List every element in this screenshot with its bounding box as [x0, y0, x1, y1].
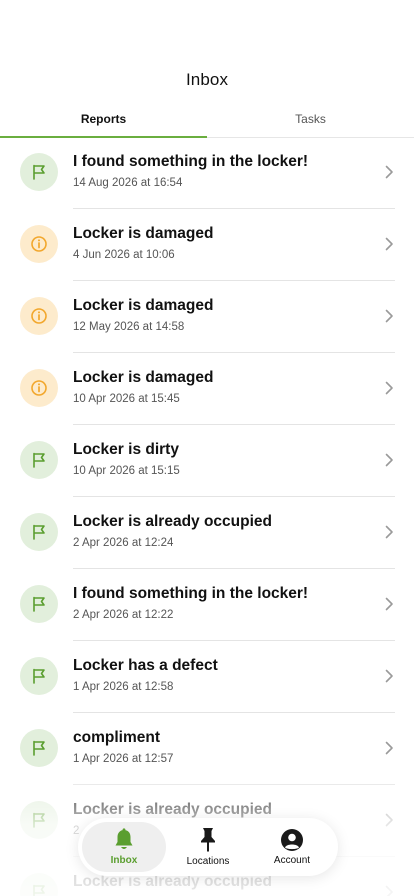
report-text: Locker is damaged 4 Jun 2026 at 10:06: [73, 224, 374, 262]
info-icon: [20, 225, 58, 263]
chevron-right-icon: [385, 885, 394, 896]
flag-icon: [20, 585, 58, 623]
report-date: 10 Apr 2026 at 15:45: [73, 393, 180, 405]
nav-label-inbox: Inbox: [110, 855, 138, 866]
tab-tasks[interactable]: Tasks: [207, 100, 414, 137]
report-row[interactable]: Locker is already occupied 2 Apr 2026 at …: [0, 497, 414, 569]
page-title: Inbox: [185, 70, 229, 89]
account-icon: [281, 829, 303, 851]
report-date: 1 Apr 2026 at 12:58: [73, 681, 174, 693]
pin-icon: [201, 828, 215, 852]
report-row[interactable]: I found something in the locker! 2 Apr 20…: [0, 569, 414, 641]
chevron-right-icon: [385, 525, 394, 539]
flag-icon: [20, 513, 58, 551]
report-text: Locker has a defect 1 Apr 2026 at 12:58: [73, 656, 374, 694]
flag-icon: [20, 441, 58, 479]
report-date: 14 Aug 2026 at 16:54: [73, 177, 183, 189]
flag-icon: [20, 657, 58, 695]
bottom-navigation: Inbox Locations Account: [78, 818, 338, 876]
chevron-right-icon: [385, 165, 394, 179]
nav-label-locations: Locations: [186, 856, 230, 867]
report-title: Locker is damaged: [73, 369, 214, 386]
flag-icon: [20, 153, 58, 191]
report-title: I found something in the locker!: [73, 585, 309, 602]
flag-icon: [20, 873, 58, 896]
report-text: Locker is dirty 10 Apr 2026 at 15:15: [73, 440, 374, 478]
report-text: Locker is damaged 12 May 2026 at 14:58: [73, 296, 374, 334]
nav-item-account[interactable]: Account: [250, 822, 334, 872]
report-date: 1 Apr 2026 at 12:57: [73, 753, 174, 765]
report-text: I found something in the locker! 14 Aug 2…: [73, 152, 374, 190]
tab-reports[interactable]: Reports: [0, 100, 207, 138]
report-title: Locker is dirty: [73, 441, 179, 458]
nav-label-account: Account: [273, 855, 311, 866]
report-text: Locker is already occupied 2 Apr 2026 at …: [73, 512, 374, 550]
bell-icon: [115, 828, 133, 849]
report-title: Locker is already occupied: [73, 801, 273, 818]
chevron-right-icon: [385, 237, 394, 251]
chevron-right-icon: [385, 381, 394, 395]
report-title: Locker is damaged: [73, 297, 214, 314]
info-icon: [20, 369, 58, 407]
report-date: 2 Apr 2026 at 12:22: [73, 609, 174, 621]
report-row[interactable]: compliment 1 Apr 2026 at 12:57: [0, 713, 414, 785]
report-row[interactable]: Locker has a defect 1 Apr 2026 at 12:58: [0, 641, 414, 713]
tab-bar: Reports Tasks: [0, 100, 414, 138]
reports-list: I found something in the locker! 14 Aug 2…: [0, 137, 414, 896]
report-title: Locker is damaged: [73, 225, 214, 242]
report-date: 2 Apr 2026 at 12:24: [73, 537, 174, 549]
report-row[interactable]: I found something in the locker! 14 Aug 2…: [0, 137, 414, 209]
report-title: compliment: [73, 729, 160, 746]
chevron-right-icon: [385, 597, 394, 611]
flag-icon: [20, 801, 58, 839]
chevron-right-icon: [385, 813, 394, 827]
flag-icon: [20, 729, 58, 767]
chevron-right-icon: [385, 453, 394, 467]
report-title: I found something in the locker!: [73, 153, 309, 170]
report-text: I found something in the locker! 2 Apr 20…: [73, 584, 374, 622]
nav-item-inbox[interactable]: Inbox: [82, 822, 166, 872]
report-row[interactable]: Locker is dirty 10 Apr 2026 at 15:15: [0, 425, 414, 497]
report-title: Locker is already occupied: [73, 513, 273, 530]
report-row[interactable]: Locker is damaged 10 Apr 2026 at 15:45: [0, 353, 414, 425]
header: Inbox: [0, 0, 414, 100]
report-date: 10 Apr 2026 at 15:15: [73, 465, 180, 477]
report-title: Locker has a defect: [73, 657, 218, 674]
info-icon: [20, 297, 58, 335]
report-text: Locker is damaged 10 Apr 2026 at 15:45: [73, 368, 374, 406]
report-row[interactable]: Locker is damaged 4 Jun 2026 at 10:06: [0, 209, 414, 281]
report-date: 12 May 2026 at 14:58: [73, 321, 185, 333]
chevron-right-icon: [385, 669, 394, 683]
chevron-right-icon: [385, 741, 394, 755]
nav-item-locations[interactable]: Locations: [166, 822, 250, 872]
report-text: compliment 1 Apr 2026 at 12:57: [73, 728, 374, 766]
report-row[interactable]: Locker is damaged 12 May 2026 at 14:58: [0, 281, 414, 353]
chevron-right-icon: [385, 309, 394, 323]
report-date: 4 Jun 2026 at 10:06: [73, 249, 175, 261]
